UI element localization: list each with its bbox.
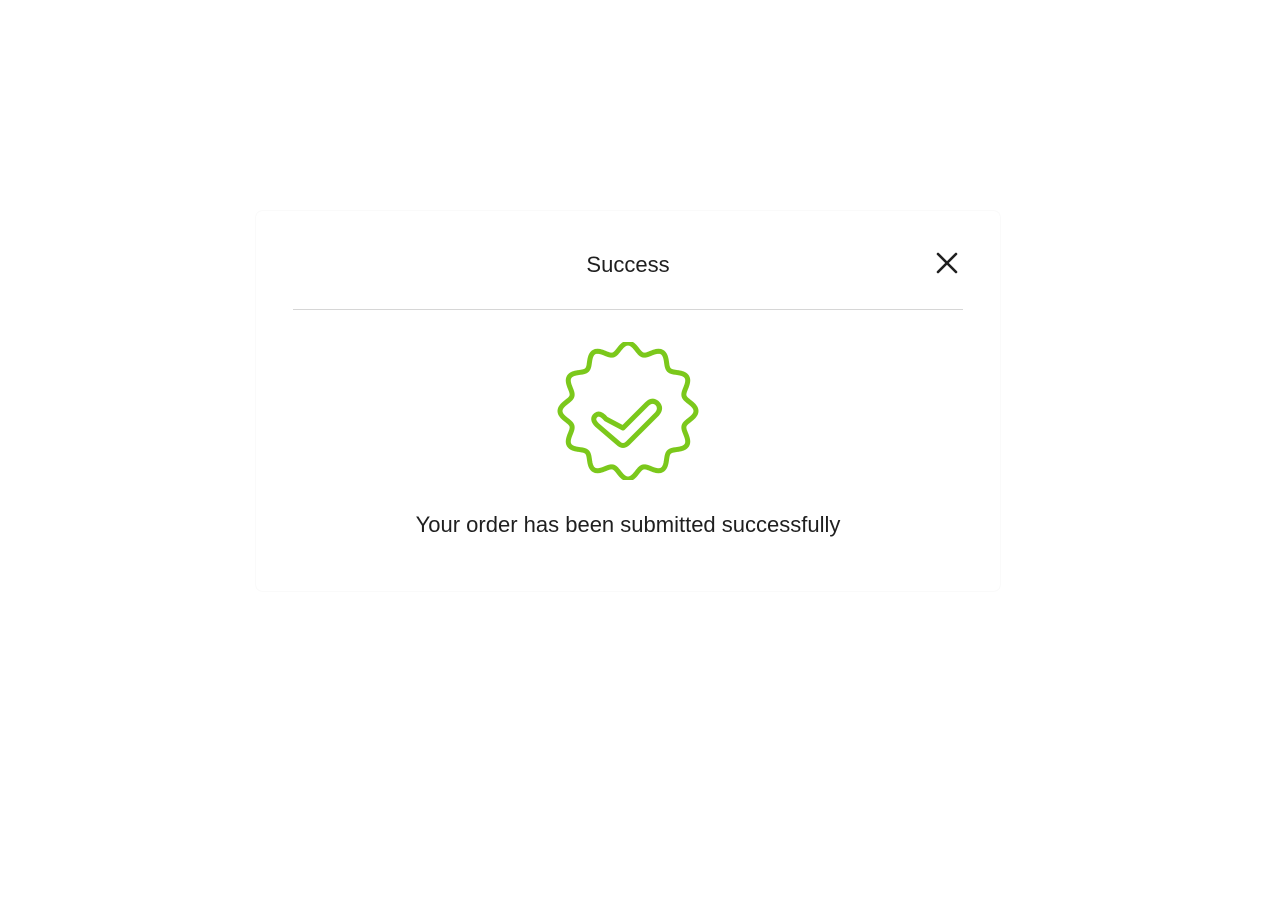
close-button[interactable] <box>933 249 961 277</box>
success-dialog: Success Your order has been submitted su… <box>256 211 1000 591</box>
success-message: Your order has been submitted successful… <box>415 512 841 537</box>
verified-badge-check-icon <box>557 342 699 480</box>
dialog-header: Success <box>293 211 963 310</box>
dialog-title: Success <box>586 252 670 277</box>
close-icon <box>936 252 958 274</box>
